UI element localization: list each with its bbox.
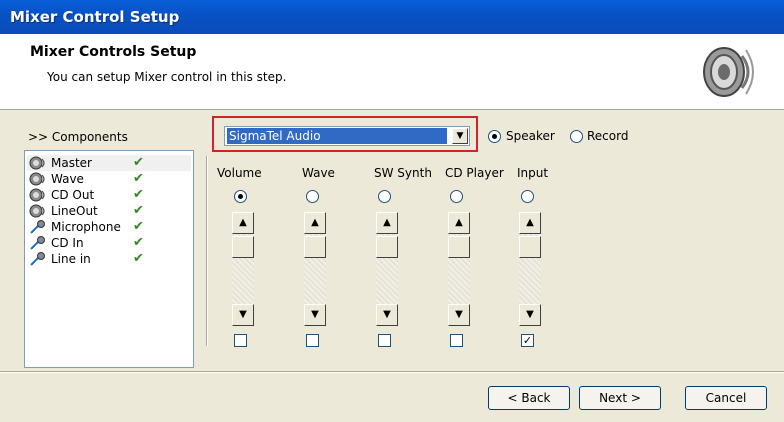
component-label: Line in bbox=[51, 252, 91, 266]
slider-up-button[interactable]: ▲ bbox=[304, 212, 326, 234]
page-subtitle: You can setup Mixer control in this step… bbox=[47, 70, 287, 84]
slider-cd-player[interactable]: ▲ ▼ bbox=[448, 212, 470, 326]
check-icon: ✔ bbox=[133, 251, 144, 266]
microphone-icon bbox=[29, 252, 47, 266]
slider-down-button[interactable]: ▼ bbox=[376, 304, 398, 326]
page-title: Mixer Controls Setup bbox=[30, 44, 197, 60]
slider-wave[interactable]: ▲ ▼ bbox=[304, 212, 326, 326]
back-button[interactable]: < Back bbox=[488, 386, 570, 410]
check-icon: ✔ bbox=[133, 171, 144, 186]
slider-up-button[interactable]: ▲ bbox=[519, 212, 541, 234]
window-title: Mixer Control Setup bbox=[0, 0, 784, 34]
component-label: CD Out bbox=[51, 188, 95, 202]
speaker-icon bbox=[29, 204, 47, 218]
slider-thumb[interactable] bbox=[519, 236, 541, 258]
column-radio-wave[interactable] bbox=[306, 190, 319, 203]
column-checkbox-input[interactable]: ✓ bbox=[521, 334, 534, 347]
column-radio-cd-player[interactable] bbox=[450, 190, 463, 203]
components-list[interactable]: Master ✔ Wave ✔ CD Out ✔ LineOut ✔ Microphone ✔ CD… bbox=[24, 150, 194, 368]
column-radio-volume[interactable] bbox=[234, 190, 247, 203]
slider-up-button[interactable]: ▲ bbox=[376, 212, 398, 234]
column-checkbox-sw-synth[interactable] bbox=[378, 334, 391, 347]
slider-input[interactable]: ▲ ▼ bbox=[519, 212, 541, 326]
component-item-wave[interactable]: Wave ✔ bbox=[27, 171, 191, 187]
column-label-wave: Wave bbox=[302, 166, 335, 180]
components-heading: >> Components bbox=[28, 130, 128, 144]
vertical-divider bbox=[206, 156, 208, 346]
component-label: CD In bbox=[51, 236, 84, 250]
column-checkbox-wave[interactable] bbox=[306, 334, 319, 347]
record-radio-label: Record bbox=[587, 129, 629, 143]
component-item-cd-in[interactable]: CD In ✔ bbox=[27, 235, 191, 251]
slider-down-button[interactable]: ▼ bbox=[304, 304, 326, 326]
slider-thumb[interactable] bbox=[232, 236, 254, 258]
component-item-master[interactable]: Master ✔ bbox=[27, 155, 191, 171]
column-label-sw-synth: SW Synth bbox=[374, 166, 432, 180]
component-item-line-in[interactable]: Line in ✔ bbox=[27, 251, 191, 267]
slider-thumb[interactable] bbox=[448, 236, 470, 258]
column-label-input: Input bbox=[517, 166, 549, 180]
speaker-icon bbox=[29, 156, 47, 170]
speaker-radio-label: Speaker bbox=[506, 129, 555, 143]
slider-volume[interactable]: ▲ ▼ bbox=[232, 212, 254, 326]
component-item-microphone[interactable]: Microphone ✔ bbox=[27, 219, 191, 235]
slider-down-button[interactable]: ▼ bbox=[448, 304, 470, 326]
column-label-cd-player: CD Player bbox=[445, 166, 504, 180]
chevron-down-icon[interactable]: ▼ bbox=[452, 128, 468, 144]
slider-thumb[interactable] bbox=[304, 236, 326, 258]
microphone-icon bbox=[29, 220, 47, 234]
next-button[interactable]: Next > bbox=[579, 386, 661, 410]
check-icon: ✔ bbox=[133, 155, 144, 170]
slider-up-button[interactable]: ▲ bbox=[448, 212, 470, 234]
component-item-lineout[interactable]: LineOut ✔ bbox=[27, 203, 191, 219]
device-dropdown-value: SigmaTel Audio bbox=[227, 128, 447, 144]
slider-down-button[interactable]: ▼ bbox=[232, 304, 254, 326]
component-label: Microphone bbox=[51, 220, 121, 234]
slider-thumb[interactable] bbox=[376, 236, 398, 258]
column-label-volume: Volume bbox=[217, 166, 262, 180]
record-radio[interactable] bbox=[570, 130, 583, 143]
slider-up-button[interactable]: ▲ bbox=[232, 212, 254, 234]
cancel-button[interactable]: Cancel bbox=[685, 386, 767, 410]
component-item-cd-out[interactable]: CD Out ✔ bbox=[27, 187, 191, 203]
microphone-icon bbox=[29, 236, 47, 250]
component-label: LineOut bbox=[51, 204, 98, 218]
column-radio-sw-synth[interactable] bbox=[378, 190, 391, 203]
footer-divider bbox=[0, 371, 784, 373]
speaker-radio[interactable] bbox=[488, 130, 501, 143]
component-label: Wave bbox=[51, 172, 84, 186]
column-checkbox-cd-player[interactable] bbox=[450, 334, 463, 347]
speaker-icon bbox=[29, 188, 47, 202]
component-label: Master bbox=[51, 156, 92, 170]
slider-sw-synth[interactable]: ▲ ▼ bbox=[376, 212, 398, 326]
slider-down-button[interactable]: ▼ bbox=[519, 304, 541, 326]
speaker-icon bbox=[29, 172, 47, 186]
check-icon: ✔ bbox=[133, 187, 144, 202]
check-icon: ✔ bbox=[133, 235, 144, 250]
check-icon: ✔ bbox=[133, 203, 144, 218]
column-checkbox-volume[interactable] bbox=[234, 334, 247, 347]
device-dropdown[interactable]: SigmaTel Audio ▼ bbox=[224, 126, 470, 146]
speaker-icon bbox=[703, 47, 754, 97]
wizard-header: Mixer Controls Setup You can setup Mixer… bbox=[0, 34, 784, 110]
column-radio-input[interactable] bbox=[521, 190, 534, 203]
check-icon: ✔ bbox=[133, 219, 144, 234]
